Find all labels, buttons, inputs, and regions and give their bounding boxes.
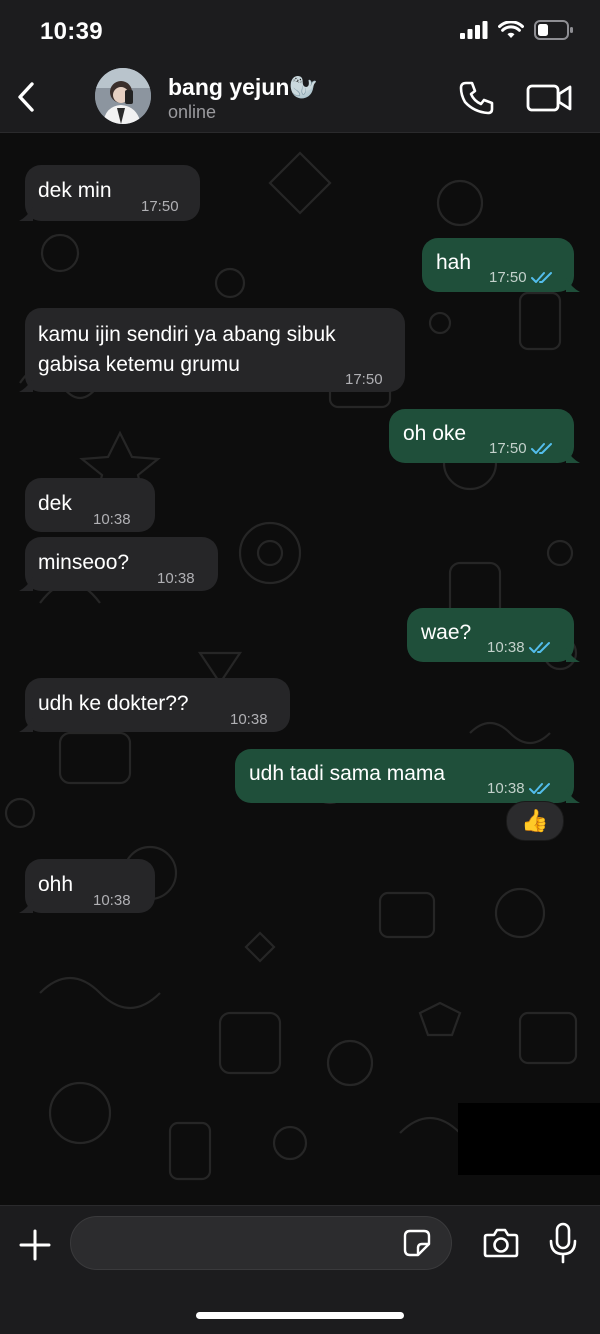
bubble-tail <box>19 899 33 913</box>
back-chevron-icon[interactable] <box>12 80 42 114</box>
bubble-tail <box>566 789 580 803</box>
message-meta: 10:38 <box>487 634 553 662</box>
incoming-message[interactable]: dek 10:38 <box>25 478 155 532</box>
status-bar: 10:39 <box>0 0 600 62</box>
composer-bar <box>0 1205 600 1334</box>
message-meta: 17:50 <box>489 435 555 463</box>
message-time: 10:38 <box>93 887 131 915</box>
chat-area[interactable]: dek min 17:50 hah 17:50 kamu ijin sendir… <box>0 133 600 1205</box>
outgoing-message[interactable]: wae? 10:38 <box>407 608 580 662</box>
incoming-message[interactable]: kamu ijin sendiri ya abang sibuk gabisa … <box>19 308 405 394</box>
contact-status: online <box>168 102 217 122</box>
message-time: 10:38 <box>230 706 268 734</box>
incoming-message[interactable]: ohh 10:38 <box>19 859 155 915</box>
redaction-block <box>458 1103 600 1175</box>
wifi-icon <box>498 20 524 38</box>
message-meta: 17:50 <box>489 264 555 292</box>
incoming-message[interactable]: udh ke dokter?? 10:38 <box>19 678 290 734</box>
time-label: 10:38 <box>93 511 131 528</box>
bubble-tail <box>566 648 580 662</box>
camera-icon[interactable] <box>483 1226 519 1260</box>
message-meta: 10:38 <box>487 775 553 803</box>
message-time: 17:50 <box>141 193 179 221</box>
bubble-tail <box>19 718 33 732</box>
read-receipt-icon <box>530 272 552 283</box>
chat-header: bang yejun🦭 online <box>0 62 600 133</box>
contact-avatar[interactable] <box>95 68 151 124</box>
time-label: 17:50 <box>489 269 527 286</box>
microphone-icon[interactable] <box>548 1222 578 1264</box>
reaction-emoji: 👍 <box>521 808 549 833</box>
bubble-tail <box>566 278 580 292</box>
message-text: minseoo? <box>38 551 130 574</box>
message-time: 10:38 <box>93 506 131 534</box>
time-label: 10:38 <box>230 711 268 728</box>
outgoing-message[interactable]: hah 17:50 <box>422 238 580 292</box>
message-time: 10:38 <box>157 565 195 593</box>
outgoing-message[interactable]: oh oke 17:50 <box>389 409 580 463</box>
message-text: wae? <box>421 621 472 644</box>
message-text: hah <box>436 251 472 274</box>
time-label: 17:50 <box>489 440 527 457</box>
incoming-message[interactable]: dek min 17:50 <box>19 165 200 221</box>
read-receipt-icon <box>530 443 552 454</box>
sticker-icon[interactable] <box>402 1228 432 1258</box>
plus-icon[interactable] <box>18 1228 52 1262</box>
time-label: 17:50 <box>345 371 383 388</box>
message-text: ohh <box>38 873 74 896</box>
message-time: 17:50 <box>345 366 383 394</box>
message-text: udh tadi sama mama <box>249 762 446 785</box>
read-receipt-icon <box>528 642 550 653</box>
phone-call-icon[interactable] <box>458 80 496 116</box>
video-call-icon[interactable] <box>526 82 572 114</box>
read-receipt-icon <box>528 783 550 794</box>
bubble-tail <box>19 207 33 221</box>
time-label: 10:38 <box>487 780 525 797</box>
status-time: 10:39 <box>40 18 103 45</box>
message-text: udh ke dokter?? <box>38 692 189 715</box>
time-label: 10:38 <box>157 570 195 587</box>
avatar-photo <box>95 68 151 124</box>
time-label: 10:38 <box>93 892 131 909</box>
incoming-message[interactable]: minseoo? 10:38 <box>19 537 218 593</box>
bubble-tail <box>19 378 33 392</box>
message-text: oh oke <box>403 422 467 445</box>
contact-name[interactable]: bang yejun🦭 <box>168 74 318 101</box>
time-label: 17:50 <box>141 198 179 215</box>
status-icons <box>460 20 574 40</box>
time-label: 10:38 <box>487 639 525 656</box>
message-input[interactable] <box>70 1216 452 1270</box>
home-indicator <box>196 1312 404 1319</box>
message-text: dek min <box>38 179 112 202</box>
bubble-tail <box>19 577 33 591</box>
chat-wallpaper-doodles <box>4 151 578 1181</box>
message-text: kamu ijin sendiri ya abang sibuk gabisa … <box>38 323 336 376</box>
bubble-tail <box>566 449 580 463</box>
thumbs-up-reaction[interactable]: 👍 <box>506 801 564 841</box>
outgoing-message[interactable]: udh tadi sama mama 10:38 <box>235 749 580 803</box>
cellular-signal-icon <box>460 21 488 39</box>
message-text: dek <box>38 492 72 515</box>
battery-icon <box>534 20 573 40</box>
